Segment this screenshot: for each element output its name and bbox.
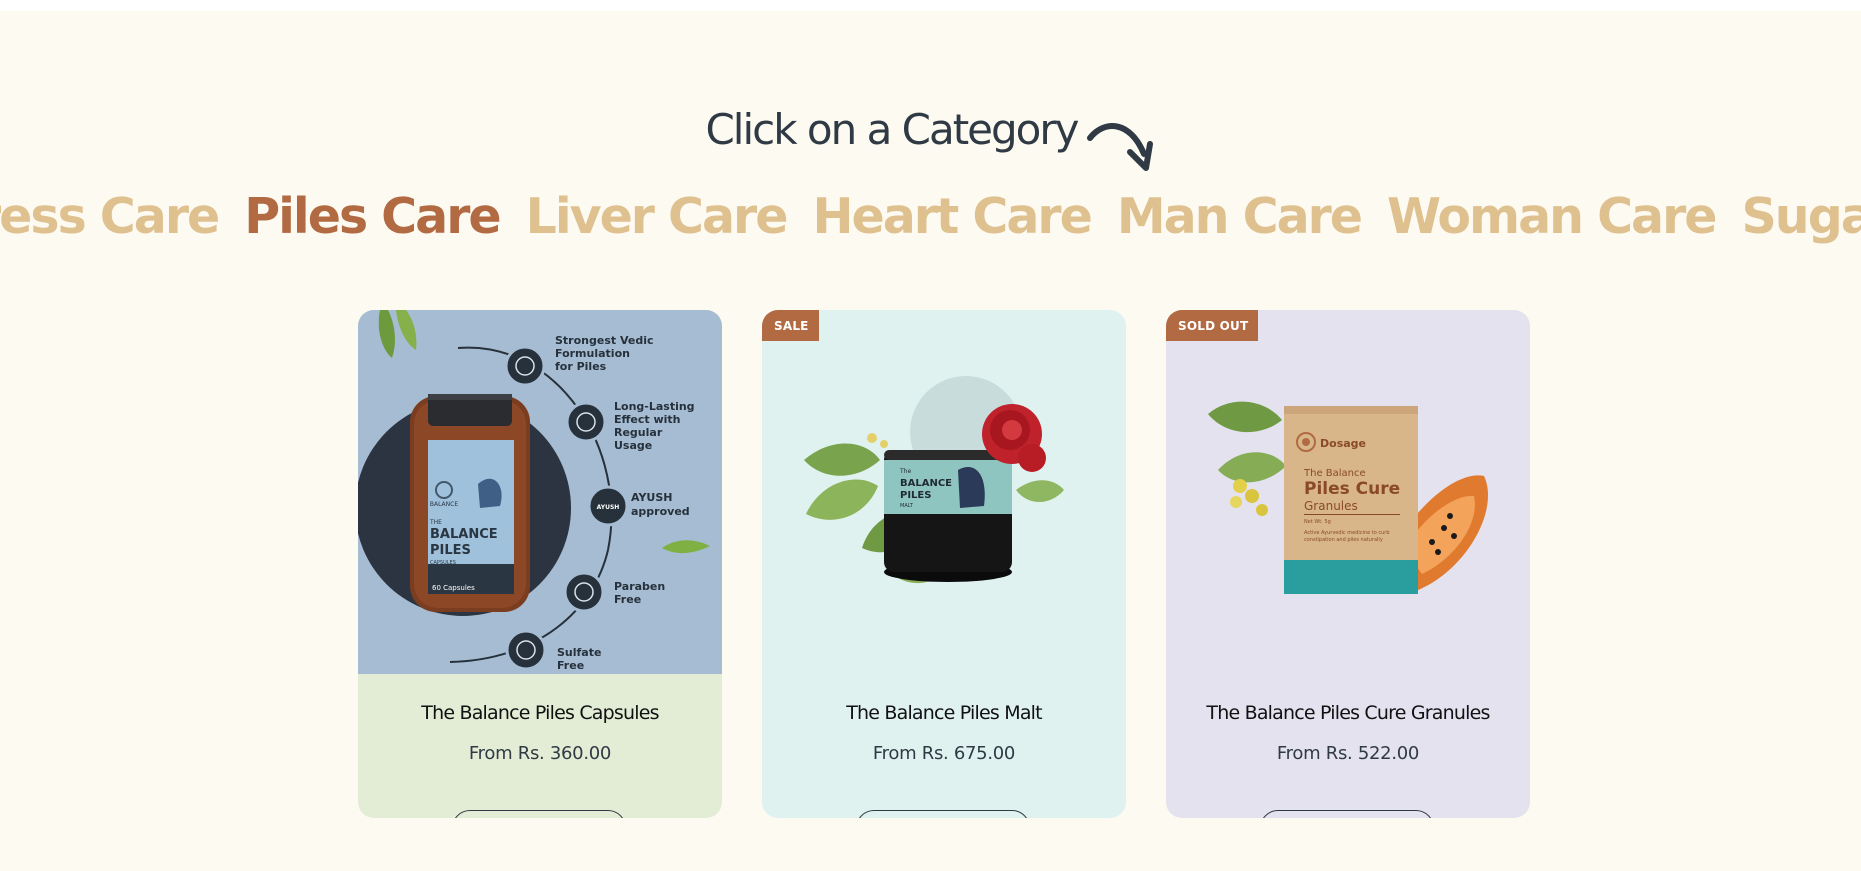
bottle-brand-text: BALANCE [430,501,458,508]
product-price: From Rs. 360.00 [468,743,612,764]
add-to-cart-button[interactable] [856,810,1030,818]
feature-2-line-3: Regular [614,426,663,439]
feature-4-line-2: Free [614,593,641,606]
category-link-man-care[interactable]: Man Care [1117,182,1363,252]
sale-badge: SALE [762,310,819,341]
add-to-cart-button[interactable] [1260,810,1434,818]
bottle-line2-text: PILES [430,543,471,558]
product-price: From Rs. 675.00 [872,743,1016,764]
product-title[interactable]: The Balance Piles Malt [762,702,1126,724]
feature-1-line-3: for Piles [555,360,607,373]
bottle-count-text: 60 Capsules [432,584,475,592]
category-marquee: ress Care Piles Care Liver Care Heart Ca… [0,182,1861,252]
feature-4-line-1: Paraben [614,580,665,593]
bottle-line1-text: BALANCE [430,527,498,542]
jar-the-text: The [899,468,911,475]
feature-3-line-2: approved [631,505,690,518]
pack-the-text: The Balance [1303,468,1366,479]
category-link-stress-care[interactable]: ress Care [0,182,220,252]
feature-3-line-1: AYUSH [631,491,673,504]
bottle-sub-text: CAPSULES [430,560,456,566]
feature-1-line-1: Strongest Vedic [555,334,654,347]
category-link-liver-care[interactable]: Liver Care [526,182,789,252]
heading-text: Click on a Category [705,105,1079,154]
product-card-piles-cure-granules[interactable]: SOLD OUT Dosage The Balance Piles Cure G… [1166,310,1530,818]
svg-text:Paraben Free: Paraben Free [614,580,669,606]
ayush-seal-text: AYUSH [597,504,620,511]
category-link-piles-care[interactable]: Piles Care [244,182,501,252]
product-card-piles-capsules[interactable]: BALANCE THE BALANCE PILES CAPSULES 60 Ca… [358,310,722,818]
product-image-piles-malt[interactable]: The BALANCE PILES MALT [762,310,1126,674]
category-heading: Click on a Category [0,102,1861,176]
pack-desc-line-2: constipation and piles naturally [1304,537,1383,543]
feature-2-line-2: Effect with [614,413,681,426]
product-image-piles-cure-granules[interactable]: Dosage The Balance Piles Cure Granules N… [1166,310,1530,674]
svg-text:Sulfate Free: Sulfate Free [557,646,605,672]
jar-line2-text: PILES [900,490,931,501]
category-link-sugar-care[interactable]: Sugar C [1742,182,1861,252]
product-card-piles-malt[interactable]: SALE The BALANCE PILES MALT The Balance … [762,310,1126,818]
jar-sub-text: MALT [900,503,914,509]
pack-brand-text: Dosage [1320,437,1366,450]
add-to-cart-button[interactable] [452,810,626,818]
sold-out-badge: SOLD OUT [1166,310,1259,341]
svg-text:Strongest Vedic Formul: Strongest Vedic Formulation for Piles [555,334,657,373]
category-link-heart-care[interactable]: Heart Care [812,182,1092,252]
curved-arrow-icon [1086,123,1153,171]
product-price: From Rs. 522.00 [1276,743,1420,764]
category-link-woman-care[interactable]: Woman Care [1387,182,1717,252]
jar-line1-text: BALANCE [900,478,952,489]
bottle-the-text: THE [429,519,442,526]
svg-text:Long-Lasting Effect wi: Long-Lasting Effect with Regular Usage [614,400,698,452]
product-title[interactable]: The Balance Piles Capsules [358,702,722,724]
pack-desc-line-1: Active Ayurvedic medicine to curb [1304,530,1390,536]
pack-weight-text: Net Wt. 5g [1304,519,1331,525]
feature-5-line-2: Free [557,659,584,672]
svg-text:AYUSH approved: AYUSH approved [631,491,690,518]
top-strip [0,0,1861,11]
pack-line1-text: Piles Cure [1304,479,1400,499]
feature-2-line-1: Long-Lasting [614,400,695,413]
product-title[interactable]: The Balance Piles Cure Granules [1166,702,1530,724]
feature-2-line-4: Usage [614,439,652,452]
product-image-piles-capsules[interactable]: BALANCE THE BALANCE PILES CAPSULES 60 Ca… [358,310,722,674]
feature-1-line-2: Formulation [555,347,630,360]
pack-line2-text: Granules [1304,499,1358,513]
feature-5-line-1: Sulfate [557,646,601,659]
